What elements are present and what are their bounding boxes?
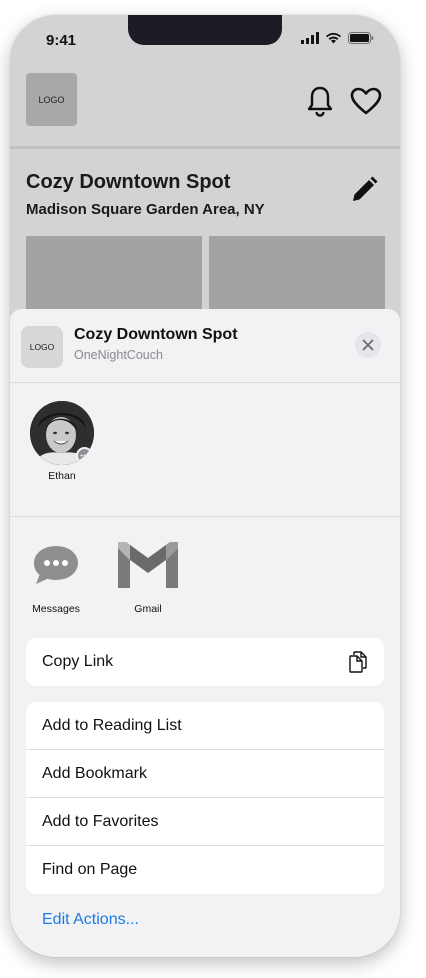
close-icon [362,339,374,351]
action-label: Find on Page [42,861,138,878]
copy-icon [349,651,367,673]
edit-actions-link[interactable]: Edit Actions... [42,911,139,929]
action-label: Add to Reading List [42,716,182,734]
share-source: OneNightCouch [74,348,163,362]
share-app-logo: LOGO [21,326,63,368]
section-divider [10,516,400,517]
action-add-favorites[interactable]: Add to Favorites [26,798,384,846]
airdrop-contact[interactable]: Ethan [30,401,94,482]
messages-badge-icon [76,447,93,464]
app-label: Messages [32,603,80,615]
heart-icon[interactable] [350,87,382,115]
cellular-signal-icon [301,32,319,44]
close-button[interactable] [355,332,381,358]
share-sheet: LOGO Cozy Downtown Spot OneNightCouch Et… [10,309,400,957]
status-time: 9:41 [46,32,77,49]
listing-location: Madison Square Garden Area, NY [26,201,265,218]
bell-icon[interactable] [306,85,334,117]
app-label: Gmail [134,603,162,615]
copy-link-label: Copy Link [42,653,114,670]
contact-name: Ethan [48,470,76,482]
battery-icon [348,32,374,44]
app-logo: LOGO [26,73,77,126]
share-title: Cozy Downtown Spot [74,326,238,343]
contact-avatar [30,401,94,465]
copy-link-group: Copy Link [26,638,384,686]
gmail-icon [118,542,178,588]
pencil-icon[interactable] [349,175,379,205]
listing-title: Cozy Downtown Spot [26,171,231,193]
share-app-gmail[interactable]: Gmail [113,541,183,615]
status-icons [301,32,374,44]
share-sheet-header: LOGO Cozy Downtown Spot OneNightCouch [10,309,400,383]
header-divider [10,146,400,149]
wifi-icon [326,32,341,44]
actions-group: Add to Reading List Add Bookmark Add to … [26,702,384,894]
action-add-bookmark[interactable]: Add Bookmark [26,750,384,798]
phone-frame: 9:41 LOGO Cozy Downtown Spot Madison Squ… [10,15,400,957]
action-find-on-page[interactable]: Find on Page [26,846,384,894]
action-label: Add Bookmark [42,764,147,782]
copy-link-button[interactable]: Copy Link [26,638,384,686]
messages-icon [34,546,78,584]
action-add-reading-list[interactable]: Add to Reading List [26,702,384,750]
share-app-messages[interactable]: Messages [21,541,91,615]
action-label: Add to Favorites [42,812,159,830]
device-notch [128,15,282,45]
app-header: LOGO [10,71,400,149]
